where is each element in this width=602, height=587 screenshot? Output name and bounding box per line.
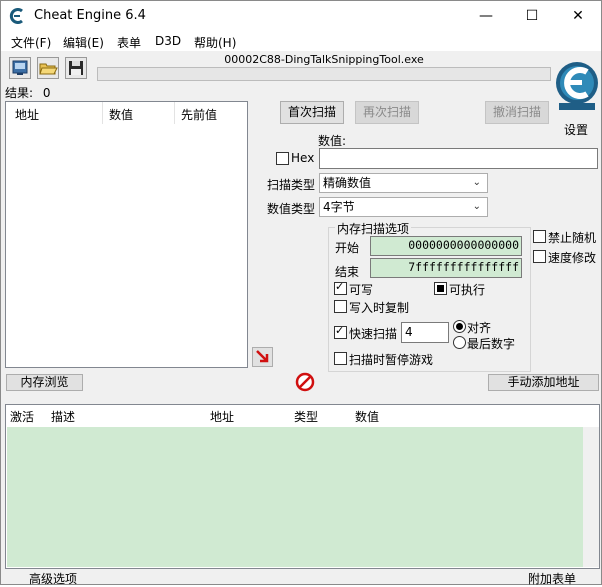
pause-game-label: 扫描时暂停游戏: [349, 353, 434, 367]
speed-hack-checkbox[interactable]: [533, 250, 546, 263]
writable-label: 可写: [349, 283, 374, 297]
window-title: Cheat Engine 6.4: [34, 8, 146, 23]
column-description[interactable]: 描述: [51, 408, 75, 425]
chevron-down-icon: ⌄: [472, 201, 481, 212]
value-type-select[interactable]: 4字节 ⌄: [319, 197, 488, 217]
menu-file[interactable]: 文件(F): [11, 34, 51, 51]
fast-scan-checkbox[interactable]: [334, 324, 347, 339]
maximize-button[interactable]: ☐: [509, 1, 555, 31]
menu-edit[interactable]: 编辑(E): [63, 34, 104, 51]
cheat-engine-big-logo-icon: [556, 62, 598, 110]
menu-table[interactable]: 表单: [117, 34, 141, 51]
vertical-scrollbar[interactable]: [583, 427, 599, 567]
results-label: 结果:: [5, 86, 34, 100]
cheat-engine-logo-icon: [9, 8, 23, 24]
value-type-value: 4字节: [323, 200, 355, 214]
open-file-button[interactable]: [37, 57, 59, 79]
stop-address-input[interactable]: 7fffffffffffffff: [370, 258, 522, 278]
column-address[interactable]: 地址: [15, 106, 39, 123]
table-extras-link[interactable]: 附加表单: [528, 570, 576, 587]
column-divider: [174, 102, 175, 124]
menu-help[interactable]: 帮助(H): [194, 34, 236, 51]
main-window: Cheat Engine 6.4 — ☐ ✕ 文件(F) 编辑(E) 表单 D3…: [0, 0, 602, 587]
menu-d3d[interactable]: D3D: [155, 34, 181, 48]
stop-icon: [295, 372, 315, 392]
column-address[interactable]: 地址: [210, 408, 234, 425]
red-arrow-down-icon: [256, 350, 269, 363]
scan-type-label: 扫描类型: [267, 178, 316, 192]
save-icon: [69, 61, 83, 75]
copy-on-write-label: 写入时复制: [349, 301, 410, 315]
process-select-icon: [12, 60, 28, 75]
column-type[interactable]: 类型: [294, 408, 318, 425]
next-scan-button[interactable]: 再次扫描: [355, 101, 419, 124]
disable-random-label: 禁止随机: [548, 231, 597, 245]
settings-label[interactable]: 设置: [564, 121, 588, 138]
scan-value-input[interactable]: [319, 148, 598, 169]
fast-scan-label: 快速扫描: [349, 327, 398, 341]
column-value[interactable]: 数值: [109, 106, 133, 123]
cheat-table-list[interactable]: 激活 描述 地址 类型 数值: [5, 404, 600, 569]
value-label: 数值:: [318, 134, 347, 148]
process-select-button[interactable]: [9, 57, 31, 79]
fast-scan-alignment-input[interactable]: 4: [401, 322, 449, 343]
chevron-down-icon: ⌄: [472, 177, 481, 188]
settings-logo-button[interactable]: [554, 53, 600, 119]
column-previous-value[interactable]: 先前值: [181, 106, 217, 123]
menu-bar: 文件(F) 编辑(E) 表单 D3D 帮助(H): [1, 31, 601, 51]
add-to-list-button[interactable]: [252, 347, 273, 367]
memory-scan-options-title: 内存扫描选项: [335, 220, 412, 237]
process-name: 00002C88-DingTalkSnippingTool.exe: [224, 53, 424, 66]
clear-list-button[interactable]: [295, 372, 315, 392]
disable-random-checkbox[interactable]: [533, 230, 546, 243]
copy-on-write-checkbox[interactable]: [334, 300, 347, 313]
align-radio[interactable]: [453, 320, 466, 333]
scan-type-select[interactable]: 精确数值 ⌄: [319, 173, 488, 193]
hex-checkbox[interactable]: [276, 152, 289, 165]
memory-view-button[interactable]: 内存浏览: [6, 374, 83, 391]
minimize-button[interactable]: —: [463, 1, 509, 31]
add-address-manually-button[interactable]: 手动添加地址: [488, 374, 599, 391]
speed-hack-label: 速度修改: [548, 251, 597, 265]
start-address-input[interactable]: 0000000000000000: [370, 236, 522, 256]
last-digits-label: 最后数字: [467, 337, 516, 351]
results-value: 0: [42, 86, 51, 100]
close-button[interactable]: ✕: [555, 1, 601, 31]
found-address-list[interactable]: 地址 数值 先前值: [5, 101, 248, 368]
value-type-label: 数值类型: [267, 202, 316, 216]
hex-label: Hex: [291, 151, 315, 165]
cheat-table-body[interactable]: [7, 427, 583, 567]
undo-scan-button[interactable]: 撤消扫描: [485, 101, 549, 124]
advanced-options-link[interactable]: 高级选项: [29, 570, 77, 587]
align-label: 对齐: [467, 321, 492, 335]
writable-checkbox[interactable]: [334, 280, 347, 295]
executable-checkbox[interactable]: [434, 282, 447, 295]
open-file-icon: [39, 63, 58, 75]
panel-splitter[interactable]: [1, 395, 601, 401]
results-count: 结果: 0: [5, 84, 51, 101]
column-value[interactable]: 数值: [355, 408, 379, 425]
scan-progress-bar: [97, 67, 551, 81]
pause-game-checkbox[interactable]: [334, 352, 347, 365]
column-divider: [102, 102, 103, 124]
column-active[interactable]: 激活: [10, 408, 34, 425]
executable-label: 可执行: [449, 283, 486, 297]
stop-label: 结束: [335, 265, 360, 279]
start-label: 开始: [335, 241, 360, 255]
save-button[interactable]: [65, 57, 87, 79]
first-scan-button[interactable]: 首次扫描: [280, 101, 344, 124]
scan-type-value: 精确数值: [323, 176, 372, 190]
title-bar: Cheat Engine 6.4 — ☐ ✕: [1, 1, 601, 31]
last-digits-radio[interactable]: [453, 336, 466, 349]
